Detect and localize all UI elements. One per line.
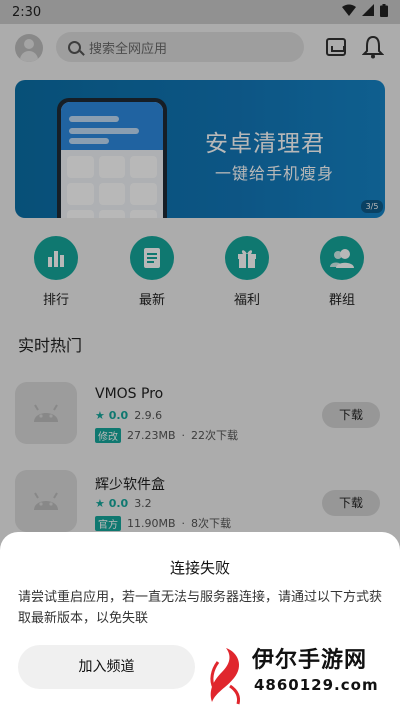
gift-icon [225,236,269,280]
nav-label: 群组 [328,293,355,308]
nav-label: 排行 [42,293,69,308]
bell-icon[interactable] [361,35,385,59]
status-time: 2:30 [12,4,42,20]
wifi-icon [342,4,356,20]
nav-item-welfare[interactable]: 福利 [217,236,277,308]
phone-mockup-image [57,98,167,218]
watermark-logo-icon [204,642,250,706]
status-badge: 修改 [95,427,121,443]
category-nav: 排行 最新 福利 群组 [0,236,400,308]
app-version: 3.2 [134,497,152,510]
nav-label: 福利 [233,293,260,308]
android-icon [15,382,77,444]
app-name: VMOS Pro [95,386,164,402]
avatar[interactable] [15,34,43,62]
status-icons [342,3,388,21]
download-button[interactable]: 下载 [322,402,380,428]
nav-item-ranking[interactable]: 排行 [26,236,86,308]
promo-banner[interactable]: 安卓清理君 一键给手机瘦身 3/5 [15,80,385,218]
app-rating-version: ★ 0.0 2.9.6 [95,409,162,422]
status-bar: 2:30 [0,0,400,24]
top-bar: 搜索全网应用 [0,32,400,64]
banner-subtitle: 一键给手机瘦身 [215,164,335,183]
status-badge: 官方 [95,515,121,531]
nav-item-latest[interactable]: 最新 [122,236,182,308]
watermark-text: 伊尔手游网 [252,648,368,673]
dialog-title: 连接失败 [169,559,230,577]
banner-title: 安卓清理君 [205,131,325,157]
dialog-message: 请尝试重启应用，若一直无法与服务器连接，请通过以下方式获取最新版本，以免失联 [18,590,383,626]
list-item[interactable]: VMOS Pro ★ 0.0 2.9.6 修改 27.23MB · 22次下载 … [0,382,400,448]
nav-item-groups[interactable]: 群组 [312,236,372,308]
nav-label: 最新 [138,293,165,308]
app-details: 官方 11.90MB · 8次下载 [95,515,231,531]
section-title: 实时热门 [18,336,83,355]
bar-chart-icon [34,236,78,280]
search-placeholder: 搜索全网应用 [89,41,168,57]
search-icon [68,40,81,54]
document-icon [130,236,174,280]
app-details: 修改 27.23MB · 22次下载 [95,427,238,443]
search-input[interactable]: 搜索全网应用 [56,32,304,62]
app-downloads: 22次下载 [191,429,239,442]
watermark: 伊尔手游网 4860129.com [198,638,398,708]
signal-icon [362,4,374,20]
app-size: 27.23MB [127,428,176,442]
list-item[interactable]: 辉少软件盒 ★ 0.0 3.2 官方 11.90MB · 8次下载 下载 [0,470,400,536]
app-downloads: 8次下载 [191,517,232,530]
app-version: 2.9.6 [134,409,163,422]
banner-page-indicator: 3/5 [361,200,383,213]
app-rating-version: ★ 0.0 3.2 [95,497,152,510]
inbox-icon[interactable] [326,38,346,56]
app-name: 辉少软件盒 [95,477,165,493]
app-rating: ★ 0.0 [95,497,129,510]
android-icon [15,470,77,532]
battery-icon [380,3,388,21]
app-size: 11.90MB [127,516,176,530]
download-button[interactable]: 下载 [322,490,380,516]
join-channel-button[interactable]: 加入频道 [18,645,195,689]
app-rating: ★ 0.0 [95,409,129,422]
watermark-url: 4860129.com [254,676,379,694]
group-icon [320,236,364,280]
